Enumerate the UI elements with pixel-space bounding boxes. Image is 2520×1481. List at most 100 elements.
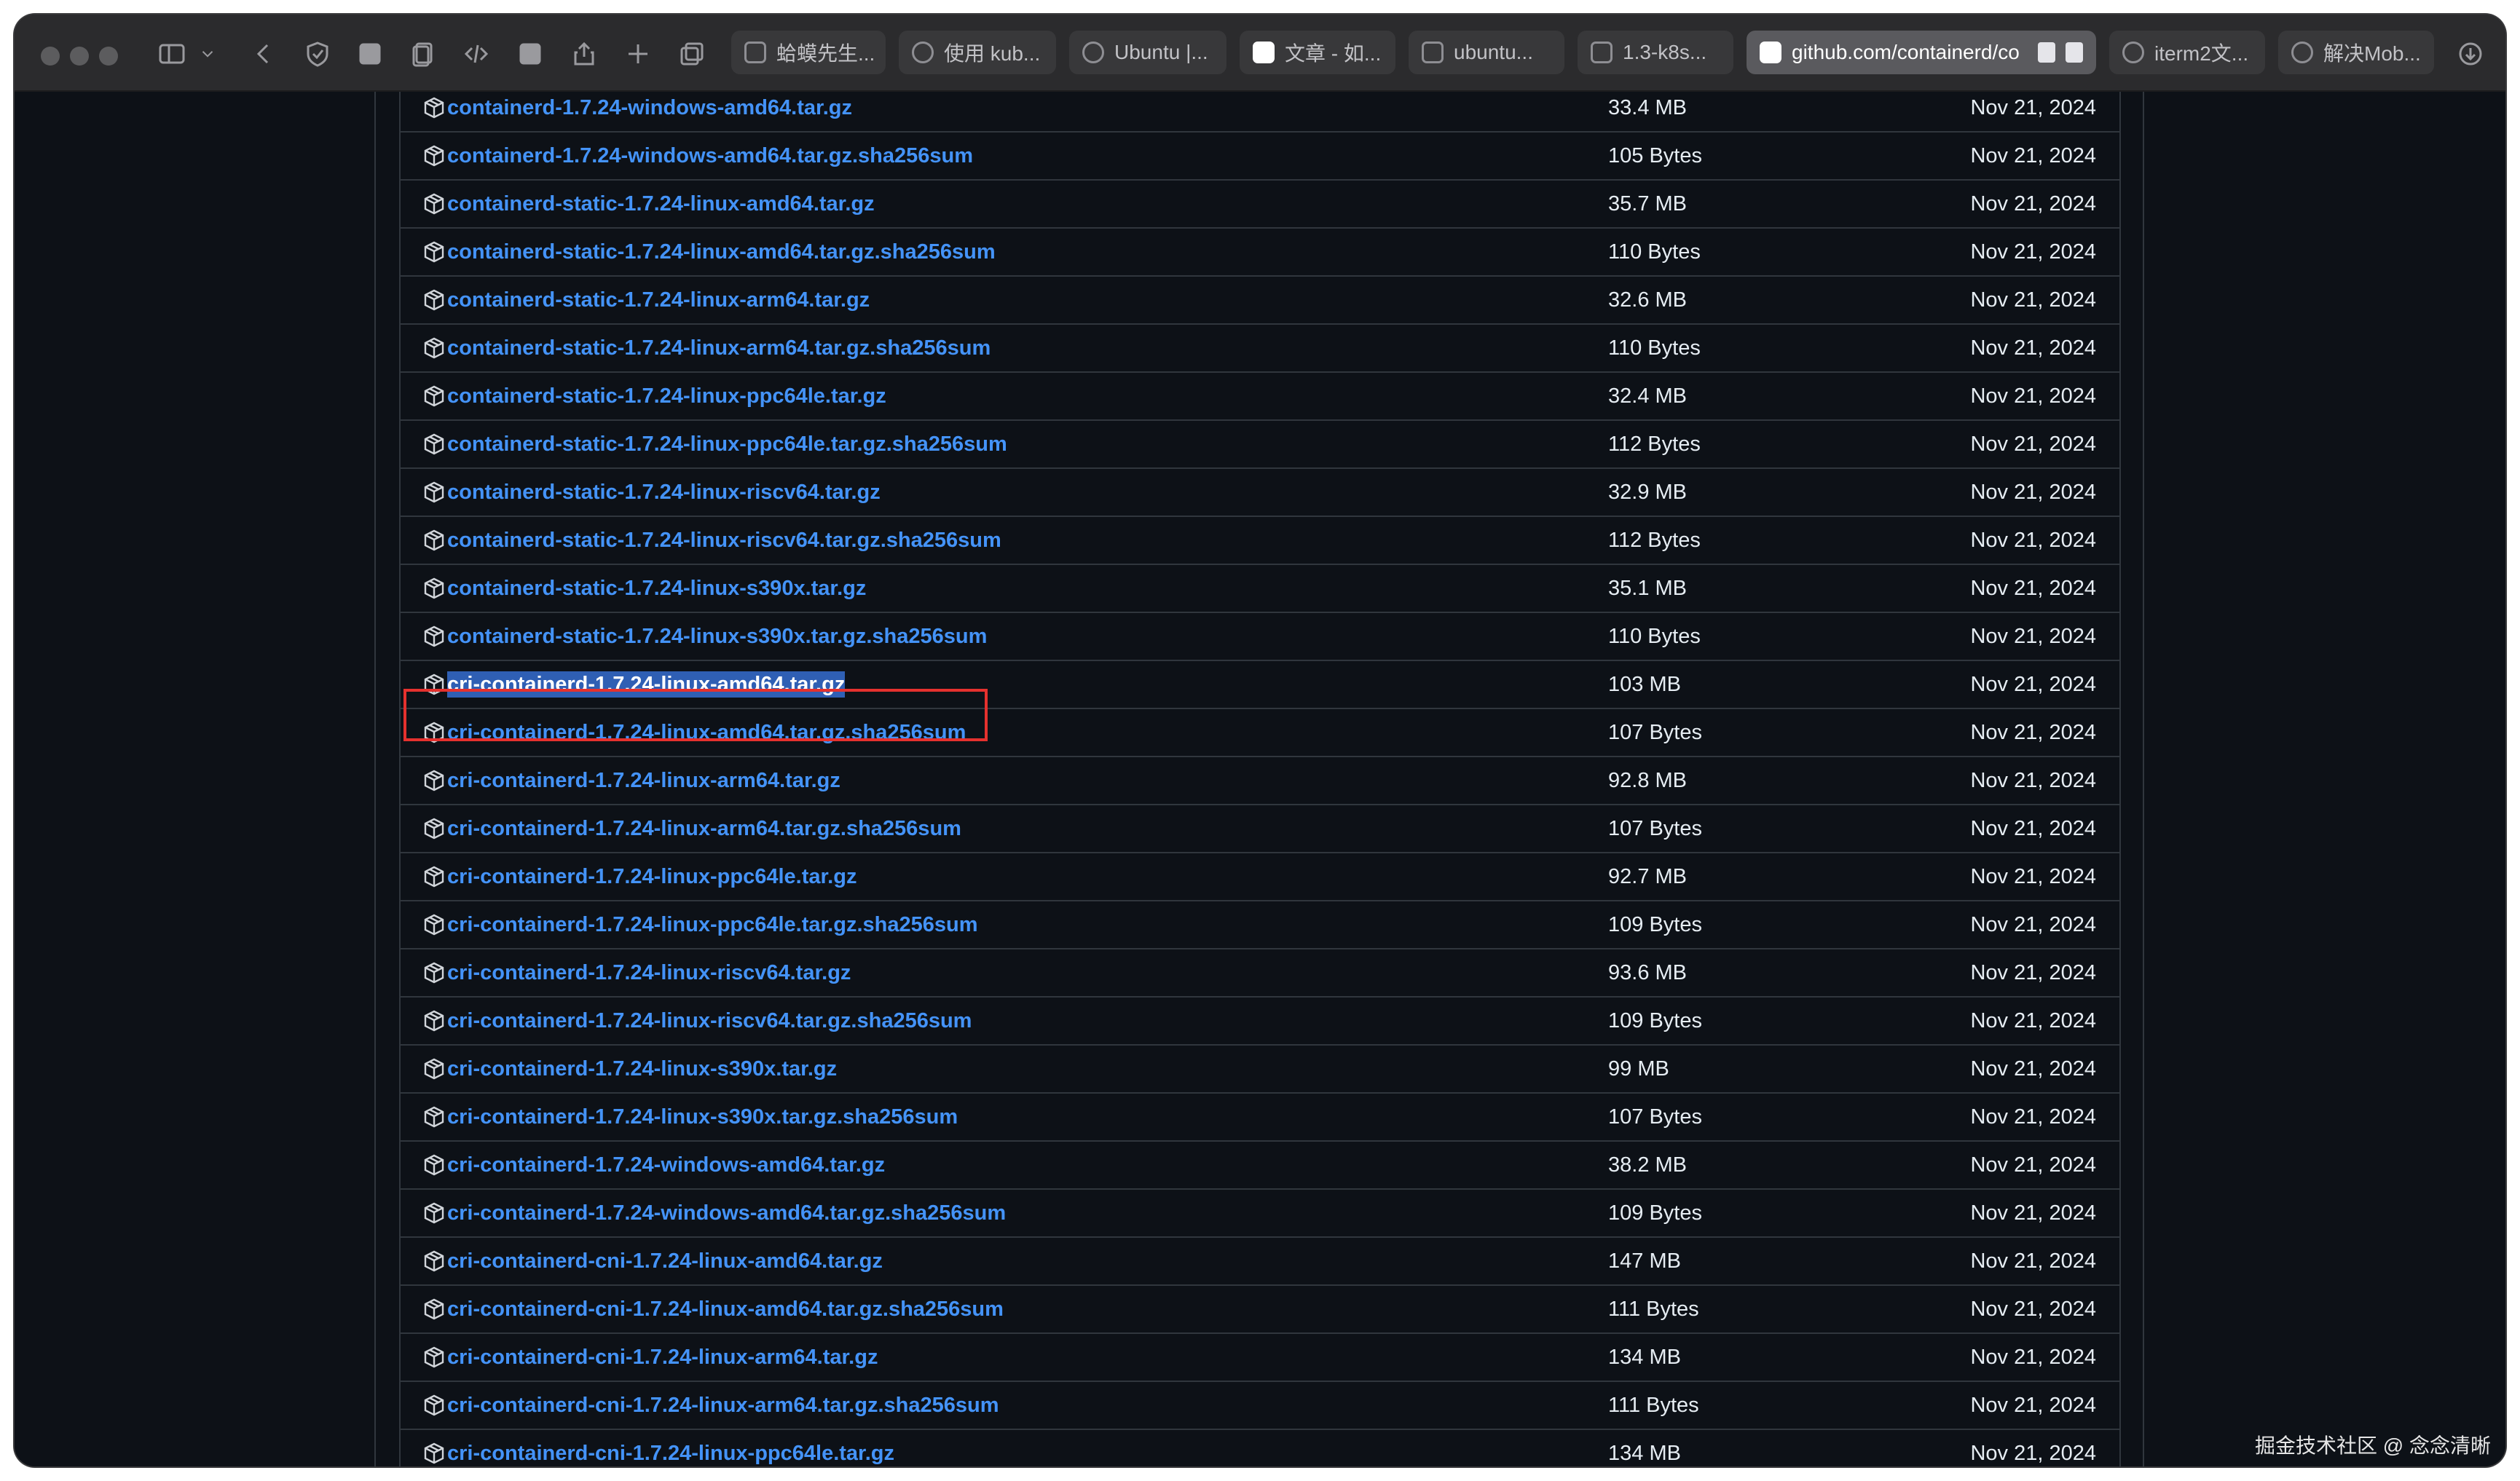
new-tab-icon[interactable] <box>619 35 657 73</box>
asset-download-link[interactable]: cri-containerd-cni-1.7.24-linux-arm64.ta… <box>447 1344 878 1370</box>
asset-date: Nov 21, 2024 <box>1970 1249 2096 1273</box>
asset-date: Nov 21, 2024 <box>1970 1394 2096 1417</box>
zoom-window-button[interactable] <box>99 47 118 66</box>
tab-7[interactable]: iterm2文... <box>2109 31 2265 74</box>
asset-download-link[interactable]: containerd-1.7.24-windows-amd64.tar.gz.s… <box>447 143 973 169</box>
asset-download-link[interactable]: cri-containerd-1.7.24-windows-amd64.tar.… <box>447 1152 885 1178</box>
asset-download-link[interactable]: containerd-static-1.7.24-linux-amd64.tar… <box>447 191 875 217</box>
tab-4[interactable]: ubuntu... <box>1409 31 1564 74</box>
asset-download-link[interactable]: containerd-static-1.7.24-linux-arm64.tar… <box>447 335 991 361</box>
close-window-button[interactable] <box>41 47 60 66</box>
asset-date: Nov 21, 2024 <box>1970 961 2096 984</box>
asset-size: 112 Bytes <box>1608 529 1701 552</box>
asset-download-link[interactable]: containerd-static-1.7.24-linux-arm64.tar… <box>447 287 870 313</box>
asset-download-link[interactable]: cri-containerd-1.7.24-linux-amd64.tar.gz <box>447 671 846 698</box>
tab-1[interactable]: 使用 kub... <box>899 31 1056 74</box>
tab-favicon-icon <box>2291 42 2313 63</box>
asset-download-link[interactable]: cri-containerd-1.7.24-linux-riscv64.tar.… <box>447 960 851 986</box>
asset-size: 92.7 MB <box>1608 865 1687 888</box>
package-icon <box>422 577 446 600</box>
asset-row: cri-containerd-cni-1.7.24-linux-ppc64le.… <box>401 1430 2119 1466</box>
asset-download-link[interactable]: containerd-static-1.7.24-linux-amd64.tar… <box>447 239 996 265</box>
asset-download-link[interactable]: containerd-1.7.24-windows-amd64.tar.gz <box>447 95 852 121</box>
back-arrow-icon[interactable] <box>245 35 283 73</box>
asset-download-link[interactable]: cri-containerd-1.7.24-linux-ppc64le.tar.… <box>447 864 857 890</box>
asset-download-link[interactable]: containerd-static-1.7.24-linux-ppc64le.t… <box>447 431 1007 457</box>
asset-row: containerd-1.7.24-windows-amd64.tar.gz.s… <box>401 133 2119 181</box>
asset-download-link[interactable]: cri-containerd-1.7.24-linux-arm64.tar.gz… <box>447 815 961 842</box>
asset-date: Nov 21, 2024 <box>1970 673 2096 696</box>
tab-overview-icon[interactable] <box>673 35 711 73</box>
copy-page-icon[interactable] <box>405 35 443 73</box>
extension-icon[interactable] <box>351 35 389 73</box>
asset-row: containerd-static-1.7.24-linux-s390x.tar… <box>401 613 2119 661</box>
tab-favicon-icon <box>1591 42 1613 63</box>
asset-download-link[interactable]: cri-containerd-cni-1.7.24-linux-ppc64le.… <box>447 1440 894 1466</box>
asset-download-link[interactable]: containerd-static-1.7.24-linux-riscv64.t… <box>447 479 881 505</box>
asset-download-link[interactable]: cri-containerd-1.7.24-linux-arm64.tar.gz <box>447 767 840 794</box>
package-icon <box>422 865 446 888</box>
asset-date: Nov 21, 2024 <box>1970 1346 2096 1369</box>
asset-date: Nov 21, 2024 <box>1970 1057 2096 1081</box>
asset-download-link[interactable]: cri-containerd-cni-1.7.24-linux-arm64.ta… <box>447 1392 999 1418</box>
sidebar-toggle-icon[interactable] <box>153 35 191 73</box>
package-icon <box>422 1394 446 1417</box>
asset-date: Nov 21, 2024 <box>1970 240 2096 264</box>
asset-download-link[interactable]: cri-containerd-1.7.24-linux-riscv64.tar.… <box>447 1008 972 1034</box>
asset-size: 110 Bytes <box>1608 336 1701 360</box>
package-icon <box>422 817 446 840</box>
asset-download-link[interactable]: containerd-static-1.7.24-linux-s390x.tar… <box>447 623 987 649</box>
tab-0[interactable]: 蛤蟆先生... <box>731 31 886 74</box>
tab-3[interactable]: 文章 - 如... <box>1240 31 1395 74</box>
tab-2[interactable]: Ubuntu |... <box>1069 31 1226 74</box>
tab-8[interactable]: 解决Mob... <box>2278 31 2434 74</box>
asset-date: Nov 21, 2024 <box>1970 144 2096 167</box>
minimize-window-button[interactable] <box>70 47 89 66</box>
asset-download-link[interactable]: containerd-static-1.7.24-linux-ppc64le.t… <box>447 383 886 409</box>
asset-date: Nov 21, 2024 <box>1970 433 2096 456</box>
tab-6-active[interactable]: github.com/containerd/co <box>1747 31 2096 74</box>
asset-size: 110 Bytes <box>1608 240 1701 264</box>
asset-date: Nov 21, 2024 <box>1970 865 2096 888</box>
package-icon <box>422 1009 446 1032</box>
asset-date: Nov 21, 2024 <box>1970 721 2096 744</box>
tab-favicon-icon <box>1422 42 1444 63</box>
asset-download-link[interactable]: cri-containerd-1.7.24-linux-s390x.tar.gz <box>447 1056 837 1082</box>
package-icon <box>422 1298 446 1321</box>
lock-icon <box>2038 42 2055 63</box>
asset-row: containerd-static-1.7.24-linux-ppc64le.t… <box>401 421 2119 469</box>
package-icon <box>422 673 446 696</box>
asset-download-link[interactable]: cri-containerd-cni-1.7.24-linux-amd64.ta… <box>447 1296 1004 1322</box>
asset-size: 134 MB <box>1608 1346 1681 1369</box>
tab-5[interactable]: 1.3-k8s... <box>1578 31 1733 74</box>
downloads-icon[interactable] <box>2452 35 2489 73</box>
asset-download-link[interactable]: containerd-static-1.7.24-linux-s390x.tar… <box>447 575 866 601</box>
browser-toolbar: 蛤蟆先生... 使用 kub... Ubuntu |... 文章 - 如... … <box>15 15 2505 92</box>
asset-row: cri-containerd-cni-1.7.24-linux-amd64.ta… <box>401 1238 2119 1286</box>
asset-download-link[interactable]: containerd-static-1.7.24-linux-riscv64.t… <box>447 527 1001 553</box>
reader-icon[interactable] <box>511 35 549 73</box>
share-icon[interactable] <box>565 35 603 73</box>
asset-download-link[interactable]: cri-containerd-cni-1.7.24-linux-amd64.ta… <box>447 1248 883 1274</box>
asset-date: Nov 21, 2024 <box>1970 817 2096 840</box>
asset-download-link[interactable]: cri-containerd-1.7.24-windows-amd64.tar.… <box>447 1200 1006 1226</box>
chevron-down-icon[interactable] <box>197 35 218 73</box>
asset-download-link[interactable]: cri-containerd-1.7.24-linux-s390x.tar.gz… <box>447 1104 958 1130</box>
package-icon <box>422 192 446 216</box>
asset-date: Nov 21, 2024 <box>1970 913 2096 936</box>
code-icon[interactable] <box>457 35 495 73</box>
asset-download-link[interactable]: cri-containerd-1.7.24-linux-amd64.tar.gz… <box>447 719 966 746</box>
asset-date: Nov 21, 2024 <box>1970 481 2096 504</box>
shield-icon[interactable] <box>299 35 336 73</box>
package-icon <box>422 96 446 119</box>
package-icon <box>422 1346 446 1369</box>
asset-size: 103 MB <box>1608 673 1681 696</box>
reader-mode-icon[interactable] <box>2066 42 2083 63</box>
asset-row: cri-containerd-1.7.24-linux-arm64.tar.gz… <box>401 805 2119 853</box>
asset-download-link[interactable]: cri-containerd-1.7.24-linux-ppc64le.tar.… <box>447 912 977 938</box>
asset-row: cri-containerd-1.7.24-linux-s390x.tar.gz… <box>401 1094 2119 1142</box>
tab-favicon-icon <box>1082 42 1104 63</box>
package-icon <box>422 240 446 264</box>
asset-size: 107 Bytes <box>1608 721 1702 744</box>
package-icon <box>422 433 446 456</box>
